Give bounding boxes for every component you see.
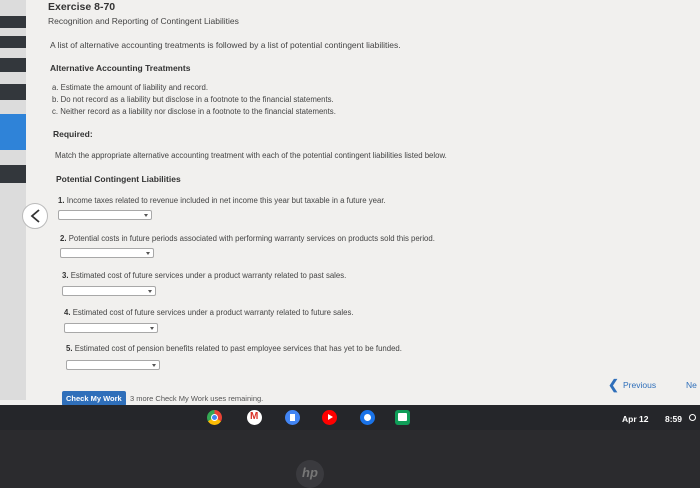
liability-item: 2. Potential costs in future periods ass… (60, 234, 435, 243)
sidebar-tab[interactable] (0, 16, 26, 28)
browser-screen: Exercise 8-70 Recognition and Reporting … (0, 0, 700, 430)
chevron-left-icon: ❮ (608, 377, 619, 392)
back-arrow-button[interactable] (22, 203, 48, 229)
previous-label: Previous (623, 380, 657, 390)
liability-text: Estimated cost of future services under … (72, 308, 354, 317)
liability-item: 1. Income taxes related to revenue inclu… (58, 196, 386, 205)
required-text: Match the appropriate alternative accoun… (55, 151, 447, 160)
alternatives-heading: Alternative Accounting Treatments (50, 63, 191, 73)
status-circle-icon (689, 414, 696, 421)
alternative-b: b. Do not record as a liability but disc… (52, 95, 334, 104)
liability-1-select[interactable] (58, 210, 152, 220)
tray-date[interactable]: Apr 12 (622, 414, 648, 424)
next-button[interactable]: Ne (686, 380, 697, 390)
liability-4-select[interactable] (64, 323, 158, 333)
exercise-title: Exercise 8-70 (48, 1, 116, 13)
liability-item: 3. Estimated cost of future services und… (62, 271, 346, 280)
liability-number: 2. (60, 234, 67, 243)
chevron-left-icon (30, 209, 40, 223)
liability-text: Estimated cost of future services under … (70, 271, 347, 280)
docs-icon[interactable] (285, 410, 300, 425)
liability-number: 3. (62, 271, 69, 280)
gmail-icon[interactable]: M (247, 410, 262, 425)
chrome-icon[interactable] (207, 410, 222, 425)
liability-text: Potential costs in future periods associ… (68, 234, 435, 243)
liability-number: 5. (66, 344, 73, 353)
exercise-subtitle: Recognition and Reporting of Contingent … (48, 16, 239, 26)
liability-2-select[interactable] (60, 248, 154, 258)
chat-icon[interactable] (360, 410, 375, 425)
sidebar-tab-active[interactable] (0, 114, 26, 150)
exercise-intro: A list of alternative accounting treatme… (50, 40, 401, 50)
sidebar-tab[interactable] (0, 58, 26, 72)
liability-text: Income taxes related to revenue included… (66, 196, 386, 205)
liabilities-heading: Potential Contingent Liabilities (56, 174, 181, 184)
alternative-a: a. Estimate the amount of liability and … (52, 83, 209, 92)
classroom-icon[interactable] (395, 410, 410, 425)
liability-item: 5. Estimated cost of pension benefits re… (66, 344, 402, 353)
sidebar-tab[interactable] (0, 36, 26, 48)
liability-3-select[interactable] (62, 286, 156, 296)
sidebar-tab[interactable] (0, 84, 26, 100)
liability-item: 4. Estimated cost of future services und… (64, 308, 354, 317)
previous-button[interactable]: ❮ Previous (608, 377, 664, 393)
required-heading: Required: (53, 129, 93, 139)
liability-number: 1. (58, 196, 65, 205)
liability-number: 4. (64, 308, 71, 317)
tray-time[interactable]: 8:59 (665, 414, 682, 424)
liability-text: Estimated cost of pension benefits relat… (74, 344, 402, 353)
liability-5-select[interactable] (66, 360, 160, 370)
os-taskbar: M Apr 12 8:59 (0, 405, 700, 430)
left-sidebar-strip (0, 0, 26, 400)
check-my-work-button[interactable]: Check My Work (62, 391, 126, 406)
sidebar-tab[interactable] (0, 165, 26, 183)
youtube-icon[interactable] (322, 410, 337, 425)
check-work-remaining-note: 3 more Check My Work uses remaining. (130, 394, 264, 403)
hp-logo: hp (296, 460, 324, 488)
alternative-c: c. Neither record as a liability nor dis… (52, 107, 336, 116)
